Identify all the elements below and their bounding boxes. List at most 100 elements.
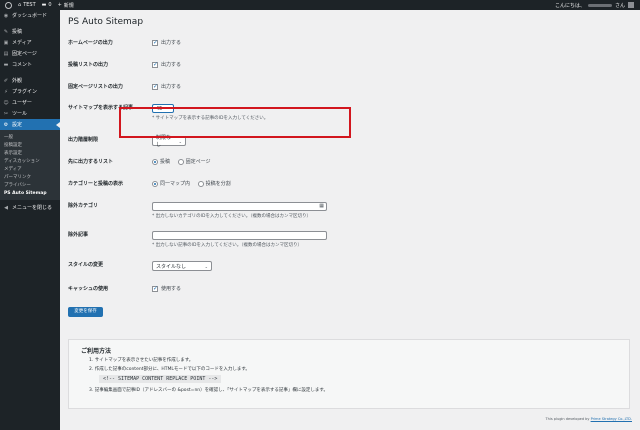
row-post-list-output: 投稿リストの出力 出力する: [68, 61, 628, 69]
use-cache-label: キャッシュの使用: [68, 286, 109, 292]
home-output-checkbox[interactable]: 出力する: [152, 39, 181, 46]
sidebar-item-label: 外観: [12, 78, 23, 84]
row-exclude-category: 除外カテゴリ ▦ * 出力しないカテゴリのIDを入力してください。（複数の場合は…: [68, 202, 628, 219]
sidebar-item-label: メディア: [12, 40, 32, 46]
user-icon: ☺: [3, 99, 9, 106]
usage-title: ご利用方法: [81, 348, 112, 355]
wordpress-logo-icon[interactable]: [5, 1, 12, 9]
submenu-item-4[interactable]: メディア: [0, 165, 60, 173]
home-icon: ⌂: [18, 2, 22, 8]
submenu-item-1[interactable]: 投稿設定: [0, 141, 60, 149]
use-cache-checkbox[interactable]: 使用する: [152, 285, 181, 292]
submenu-item-7[interactable]: PS Auto Sitemap: [0, 189, 60, 197]
usage-step-1: 1. サイトマップを表示させたい記事を作成します。: [89, 358, 194, 363]
row-first-list: 先に出力するリスト 投稿 固定ページ: [68, 158, 628, 167]
site-name-link[interactable]: ⌂ TEST: [18, 2, 36, 8]
collapse-menu-button[interactable]: ◀ メニューを閉じる: [0, 202, 60, 213]
exclude-category-label: 除外カテゴリ: [68, 203, 99, 209]
media-icon: ▣: [3, 39, 9, 46]
exclude-post-input[interactable]: [152, 231, 327, 240]
collapse-menu-label: メニューを閉じる: [12, 205, 53, 211]
brush-icon: ✐: [3, 77, 9, 84]
post-list-output-checkbox[interactable]: 出力する: [152, 61, 181, 68]
sidebar-item-5[interactable]: ✐ 外観: [0, 75, 60, 86]
sidebar-item-label: コメント: [12, 62, 33, 68]
submenu-item-6[interactable]: プライバシー: [0, 181, 60, 189]
plugin-icon: ⚡: [4, 88, 8, 95]
row-exclude-post: 除外記事 * 出力しない記事のIDを入力してください。（複数の場合はカンマ区切り…: [68, 231, 628, 248]
exclude-category-input[interactable]: [152, 202, 327, 211]
avatar: [628, 2, 634, 8]
sidebar-item-8[interactable]: ✂ ツール: [0, 108, 60, 119]
admin-sidebar: ◉ ダッシュボード ✎ 投稿 ▣ メディア ▤ 固定ページ ▬ コメント ✐ 外観 ⚡ プラグイン ☺ ユーザ…: [0, 10, 60, 430]
sidebar-item-label: プラグイン: [12, 89, 38, 95]
usage-step-3: 3. 記事編集画面で記事ID（アドレスバーの &post=nn）を確認し、「サイ…: [89, 388, 328, 393]
row-style-change: スタイルの変更 スタイルなし ⌄: [68, 261, 628, 271]
list-picker-icon[interactable]: ▦: [319, 203, 324, 209]
sidebar-item-label: ユーザー: [12, 100, 32, 106]
radio-icon[interactable]: [152, 158, 158, 165]
row-use-cache: キャッシュの使用 使用する: [68, 285, 628, 293]
category-display-option-same[interactable]: 同一マップ内: [152, 180, 190, 187]
checkbox-icon[interactable]: [152, 39, 158, 46]
main-content: PS Auto Sitemap ホームページの出力 出力する 投稿リストの出力 …: [60, 10, 640, 430]
page-title: PS Auto Sitemap: [68, 17, 144, 27]
submenu-item-0[interactable]: 一般: [0, 133, 60, 141]
highlight-annotation-box: [119, 107, 351, 138]
first-list-option-pages[interactable]: 固定ページ: [177, 158, 211, 165]
sidebar-item-3[interactable]: ▤ 固定ページ: [0, 48, 60, 59]
sidebar-item-label: 固定ページ: [12, 51, 37, 57]
page-icon: ▤: [3, 50, 9, 57]
comments-link[interactable]: ▬ 0: [42, 2, 52, 8]
sidebar-item-label: ツール: [12, 111, 28, 117]
submenu-item-2[interactable]: 表示設定: [0, 149, 60, 157]
save-changes-button[interactable]: 変更を保存: [68, 307, 103, 317]
sidebar-item-label: ダッシュボード: [12, 13, 48, 19]
style-change-select[interactable]: スタイルなし ⌄: [152, 261, 212, 271]
radio-icon[interactable]: [197, 180, 204, 187]
row-home-output: ホームページの出力 出力する: [68, 39, 628, 47]
settings-icon: ⚙: [3, 121, 9, 128]
radio-icon[interactable]: [152, 180, 158, 187]
blurred-username: [587, 3, 612, 7]
sidebar-item-9[interactable]: ⚙ 設定: [0, 119, 60, 130]
post-list-output-label: 投稿リストの出力: [68, 62, 109, 68]
usage-code-snippet: <!-- SITEMAP CONTENT REPLACE POINT -->: [99, 375, 222, 383]
exclude-category-description: * 出力しないカテゴリのIDを入力してください。（複数の場合はカンマ区切り）: [152, 214, 311, 219]
home-output-label: ホームページの出力: [68, 40, 113, 46]
radio-icon[interactable]: [177, 158, 184, 165]
chevron-down-icon: ⌄: [204, 263, 208, 269]
sidebar-item-6[interactable]: ⚡ プラグイン: [0, 86, 60, 97]
style-change-label: スタイルの変更: [68, 262, 104, 268]
submenu-item-5[interactable]: パーマリンク: [0, 173, 60, 181]
sidebar-item-label: 投稿: [12, 29, 23, 35]
admin-bar: ⌂ TEST ▬ 0 + 新規 こんにちは、 さん: [0, 0, 640, 10]
category-display-option-split[interactable]: 投稿を分割: [197, 180, 231, 187]
developer-link[interactable]: Prime Strategy Co.,LTD.: [591, 417, 632, 421]
page-list-output-checkbox[interactable]: 出力する: [152, 83, 181, 90]
comment-bubble-icon: ▬: [41, 2, 47, 8]
sidebar-item-0[interactable]: ◉ ダッシュボード: [0, 10, 60, 21]
sidebar-item-4[interactable]: ▬ コメント: [0, 59, 60, 70]
sidebar-item-label: 設定: [12, 122, 23, 128]
new-content-link[interactable]: + 新規: [58, 2, 74, 9]
checkbox-icon[interactable]: [152, 285, 158, 292]
checkbox-icon[interactable]: [152, 61, 158, 68]
collapse-arrow-icon: ◀: [4, 204, 8, 211]
exclude-post-label: 除外記事: [68, 232, 89, 238]
row-category-display: カテゴリーと投稿の表示 同一マップ内 投稿を分割: [68, 180, 628, 189]
usage-step-2: 2. 作成した記事のcontent部分に、HTMLモードで以下のコードを入力しま…: [89, 367, 250, 372]
user-greeting[interactable]: こんにちは、 さん: [555, 2, 634, 9]
footer-credit: This plugin developed by Prime Strategy …: [545, 417, 632, 421]
sidebar-item-2[interactable]: ▣ メディア: [0, 37, 60, 48]
settings-submenu: 一般 投稿設定 表示設定 ディスカッション メディア パーマリンク プライバシー PS Aut…: [0, 130, 60, 200]
submenu-item-3[interactable]: ディスカッション: [0, 157, 60, 165]
wrench-icon: ✂: [3, 110, 9, 117]
row-page-list-output: 固定ページリストの出力 出力する: [68, 83, 628, 91]
exclude-post-description: * 出力しない記事のIDを入力してください。（複数の場合はカンマ区切り）: [152, 243, 302, 248]
sidebar-item-7[interactable]: ☺ ユーザー: [0, 97, 60, 108]
first-list-option-posts[interactable]: 投稿: [152, 158, 170, 165]
checkbox-icon[interactable]: [152, 83, 158, 90]
sidebar-item-1[interactable]: ✎ 投稿: [0, 26, 60, 37]
pin-icon: ✎: [3, 28, 9, 35]
